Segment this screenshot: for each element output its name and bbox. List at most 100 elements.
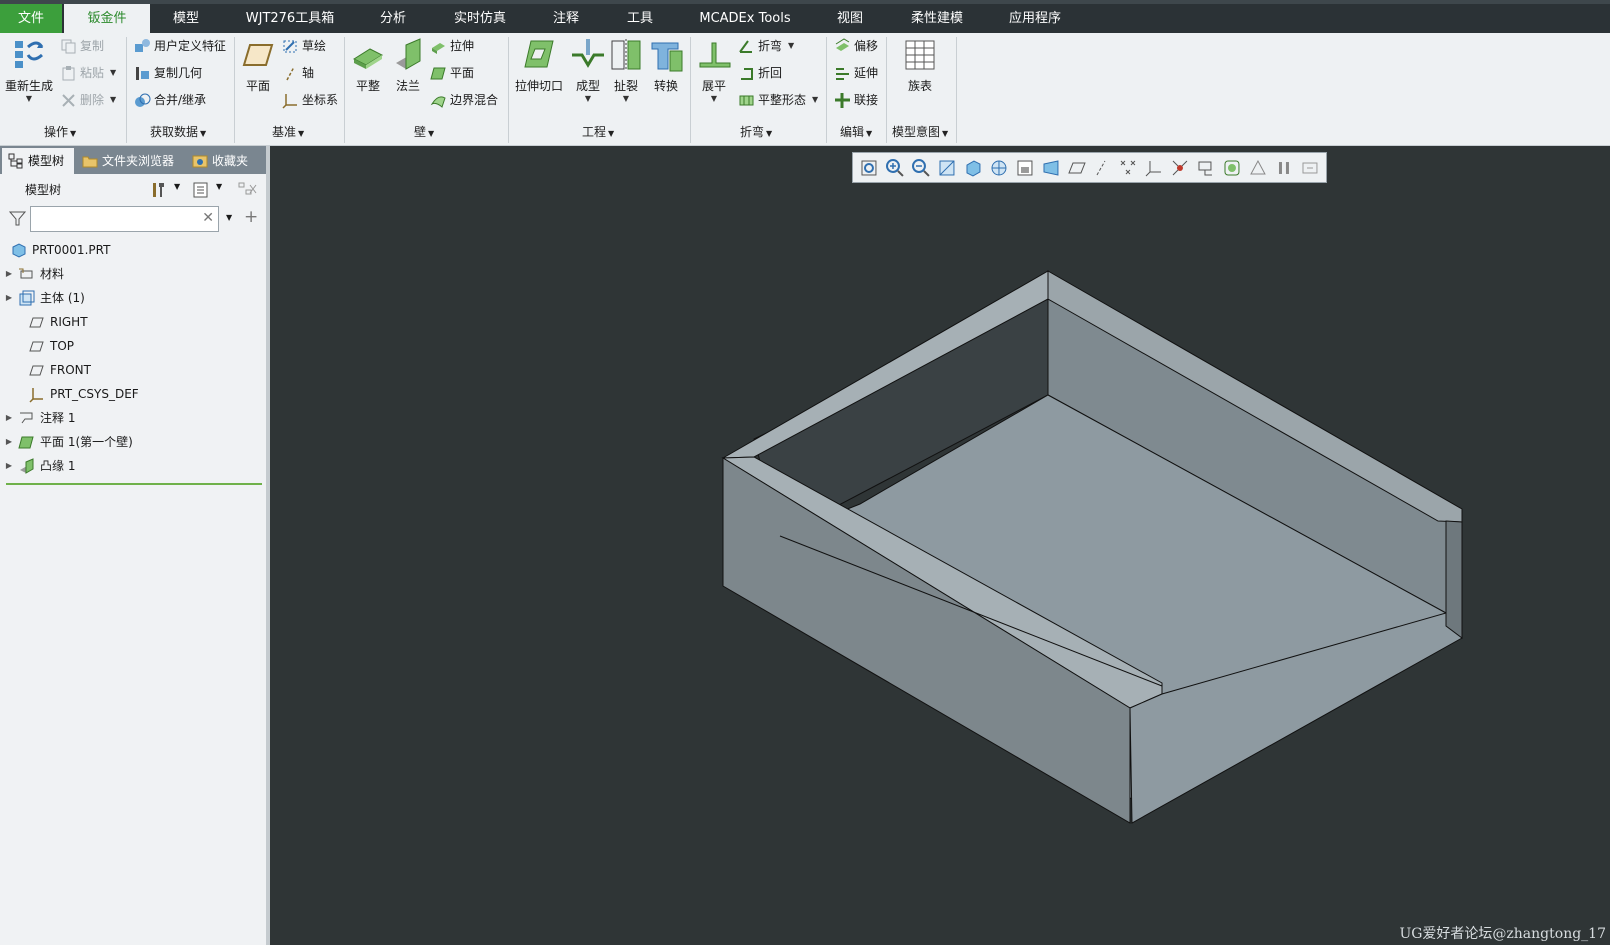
offset-button[interactable]: 偏移 — [834, 35, 878, 57]
datum-plane-button[interactable]: 平面 — [240, 37, 276, 94]
group-title-operations[interactable]: 操作 ▼ — [44, 123, 76, 141]
tree-item-planar-wall[interactable]: ▶ 平面 1(第一个壁) — [0, 431, 133, 453]
flat-pattern-button[interactable]: 平整形态 ▼ — [738, 89, 818, 111]
chevron-down-icon[interactable]: ▼ — [216, 182, 222, 191]
unbend-button[interactable]: 展平 ▼ — [696, 37, 732, 103]
tree-item-material[interactable]: ▶ 材料 — [0, 263, 64, 285]
bend-button[interactable]: 折弯 ▼ — [738, 35, 794, 57]
group-divider — [956, 37, 957, 143]
chevron-down-icon[interactable]: ▼ — [4, 94, 54, 103]
group-title-get-data[interactable]: 获取数据 ▼ — [150, 123, 206, 141]
extrude-cut-icon — [524, 40, 554, 68]
expand-arrow-icon[interactable]: ▶ — [0, 287, 18, 309]
extend-button[interactable]: 延伸 — [834, 62, 878, 84]
tree-search-input[interactable] — [35, 208, 195, 230]
tab-view[interactable]: 视图 — [822, 4, 878, 33]
delete-button[interactable]: 删除 ▼ — [60, 89, 116, 111]
tab-model[interactable]: 模型 — [156, 4, 216, 33]
expand-arrow-icon[interactable]: ▶ — [0, 263, 18, 285]
tab-analysis[interactable]: 分析 — [366, 4, 420, 33]
clear-icon[interactable]: ✕ — [202, 210, 214, 226]
tab-model-tree[interactable]: 模型树 — [2, 148, 74, 174]
group-divider — [508, 37, 509, 143]
filter-icon[interactable] — [9, 210, 26, 227]
expand-arrow-icon[interactable]: ▶ — [0, 431, 18, 453]
chevron-down-icon[interactable]: ▼ — [788, 35, 794, 57]
bend-back-button[interactable]: 折回 — [738, 62, 782, 84]
group-title-datum[interactable]: 基准 ▼ — [272, 123, 304, 141]
tab-applications[interactable]: 应用程序 — [1000, 4, 1070, 33]
insert-indicator[interactable] — [6, 483, 262, 485]
copy-button[interactable]: 复制 — [60, 35, 104, 57]
udf-button[interactable]: 用户定义特征 — [134, 35, 226, 57]
tree-item-part[interactable]: PRT0001.PRT — [0, 239, 110, 261]
chevron-down-icon: ▼ — [942, 129, 949, 138]
chevron-down-icon[interactable]: ▼ — [174, 182, 180, 191]
boundary-blend-button[interactable]: 边界混合 — [430, 89, 498, 111]
add-icon[interactable]: + — [244, 207, 258, 227]
flange-wall-button[interactable]: 法兰 — [390, 37, 426, 94]
group-title-wall[interactable]: 壁 ▼ — [414, 123, 434, 141]
tree-item-flange[interactable]: ▶ 凸缘 1 — [0, 455, 75, 477]
paste-icon — [62, 65, 75, 80]
chevron-down-icon[interactable]: ▼ — [110, 89, 116, 111]
join-button[interactable]: 联接 — [834, 89, 878, 111]
tree-item-body[interactable]: ▶ 主体 (1) — [0, 287, 85, 309]
sheetmetal-model[interactable] — [270, 146, 1610, 945]
tab-realtime-simulation[interactable]: 实时仿真 — [446, 4, 514, 33]
chevron-down-icon[interactable]: ▼ — [608, 94, 644, 103]
flange-icon — [20, 457, 34, 474]
tab-flexible-modeling[interactable]: 柔性建模 — [900, 4, 974, 33]
tab-favorites[interactable]: 收藏夹 — [192, 148, 264, 174]
group-title-bend[interactable]: 折弯 ▼ — [740, 123, 772, 141]
graphics-window[interactable]: UG爱好者论坛@zhangtong_17 — [270, 146, 1610, 945]
tree-item-top-plane[interactable]: TOP — [0, 335, 74, 357]
tree-item-front-plane[interactable]: FRONT — [0, 359, 91, 381]
show-options-icon[interactable] — [192, 181, 210, 199]
tab-tools[interactable]: 工具 — [612, 4, 668, 33]
form-icon — [572, 39, 604, 68]
sketch-label: 草绘 — [302, 39, 327, 53]
convert-button[interactable]: 转换 — [648, 37, 684, 94]
group-title-engineering[interactable]: 工程 ▼ — [582, 123, 614, 141]
chevron-down-icon[interactable]: ▼ — [570, 94, 606, 103]
regenerate-icon — [15, 41, 44, 68]
planar-wall-button[interactable]: 平面 — [430, 62, 474, 84]
extrude-cut-button[interactable]: 拉伸切口 — [512, 37, 566, 94]
family-table-button[interactable]: 族表 — [900, 37, 940, 94]
expand-arrow-icon[interactable]: ▶ — [0, 407, 18, 429]
chevron-down-icon[interactable]: ▼ — [226, 213, 232, 222]
tab-file[interactable]: 文件 — [0, 4, 62, 33]
tab-sheetmetal[interactable]: 钣金件 — [64, 4, 150, 33]
expand-arrow-icon[interactable]: ▶ — [0, 455, 18, 477]
tree-item-right-plane[interactable]: RIGHT — [0, 311, 88, 333]
tab-wjt276-toolbox[interactable]: WJT276工具箱 — [232, 4, 348, 33]
tree-search-field[interactable]: ✕ — [30, 206, 219, 232]
tab-mcadex-tools[interactable]: MCADEx Tools — [690, 4, 800, 33]
extrude-wall-button[interactable]: 拉伸 — [430, 35, 474, 57]
settings-tools-icon[interactable] — [150, 181, 168, 199]
tab-folder-browser[interactable]: 文件夹浏览器 — [82, 148, 182, 174]
tree-item-csys[interactable]: PRT_CSYS_DEF — [0, 383, 139, 405]
rip-button[interactable]: 扯裂 ▼ — [608, 37, 644, 103]
copy-icon — [61, 39, 76, 53]
wall-title-label: 壁 — [414, 125, 427, 139]
chevron-down-icon[interactable]: ▼ — [812, 89, 818, 111]
tab-annotate[interactable]: 注释 — [538, 4, 594, 33]
tree-item-annotation[interactable]: ▶ 注释 1 — [0, 407, 76, 429]
convert-icon — [651, 42, 683, 72]
chevron-down-icon[interactable]: ▼ — [110, 62, 116, 84]
tree-filter-settings-icon[interactable] — [238, 181, 258, 199]
regenerate-button[interactable]: 重新生成 ▼ — [4, 37, 54, 103]
merge-inherit-button[interactable]: 合并/继承 — [134, 89, 206, 111]
axis-button[interactable]: 轴 — [282, 62, 314, 84]
chevron-down-icon[interactable]: ▼ — [696, 94, 732, 103]
group-title-editing[interactable]: 编辑 ▼ — [840, 123, 872, 141]
copy-geometry-button[interactable]: 复制几何 — [134, 62, 202, 84]
flat-wall-button[interactable]: 平整 — [350, 37, 386, 94]
form-button[interactable]: 成型 ▼ — [570, 37, 606, 103]
paste-button[interactable]: 粘贴 ▼ — [60, 62, 116, 84]
csys-button[interactable]: 坐标系 — [282, 89, 338, 111]
sketch-button[interactable]: 草绘 — [282, 35, 326, 57]
group-title-model-intent[interactable]: 模型意图 ▼ — [892, 123, 948, 141]
